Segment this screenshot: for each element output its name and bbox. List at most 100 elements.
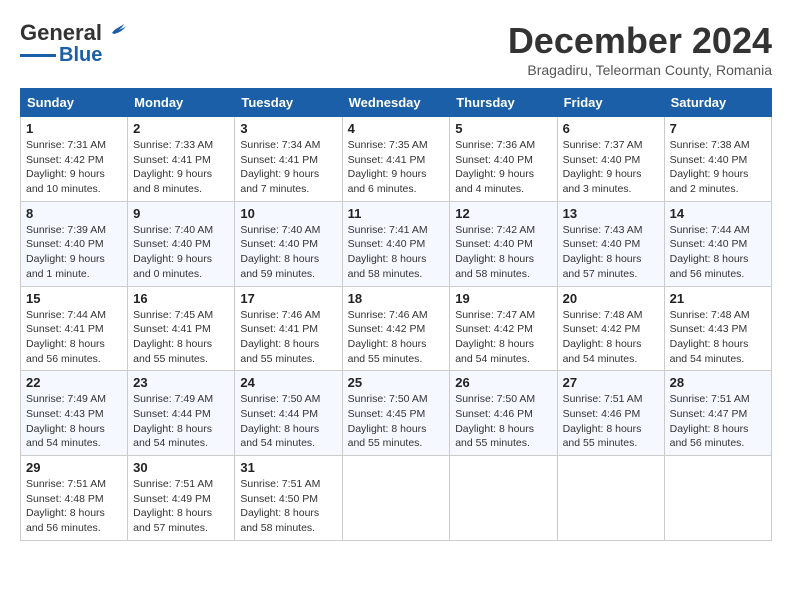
sunrise-label: Sunrise: 7:51 AM — [670, 393, 750, 405]
sunrise-label: Sunrise: 7:51 AM — [240, 478, 320, 490]
sunset-label: Sunset: 4:41 PM — [133, 154, 211, 166]
daylight-label: Daylight: 8 hours and 58 minutes. — [348, 253, 427, 280]
calendar-cell: 19 Sunrise: 7:47 AM Sunset: 4:42 PM Dayl… — [450, 286, 557, 371]
day-info: Sunrise: 7:35 AM Sunset: 4:41 PM Dayligh… — [348, 138, 445, 197]
daylight-label: Daylight: 8 hours and 54 minutes. — [563, 338, 642, 365]
sunset-label: Sunset: 4:43 PM — [26, 408, 104, 420]
calendar-cell: 3 Sunrise: 7:34 AM Sunset: 4:41 PM Dayli… — [235, 117, 342, 202]
calendar-cell: 8 Sunrise: 7:39 AM Sunset: 4:40 PM Dayli… — [21, 201, 128, 286]
calendar-cell: 20 Sunrise: 7:48 AM Sunset: 4:42 PM Dayl… — [557, 286, 664, 371]
daylight-label: Daylight: 9 hours and 10 minutes. — [26, 168, 105, 195]
weekday-header: Wednesday — [342, 89, 450, 117]
weekday-header: Sunday — [21, 89, 128, 117]
sunrise-label: Sunrise: 7:49 AM — [133, 393, 213, 405]
day-number: 16 — [133, 291, 229, 306]
day-info: Sunrise: 7:47 AM Sunset: 4:42 PM Dayligh… — [455, 308, 551, 367]
sunrise-label: Sunrise: 7:51 AM — [133, 478, 213, 490]
calendar-cell: 30 Sunrise: 7:51 AM Sunset: 4:49 PM Dayl… — [128, 456, 235, 541]
sunset-label: Sunset: 4:42 PM — [455, 323, 533, 335]
calendar-cell: 29 Sunrise: 7:51 AM Sunset: 4:48 PM Dayl… — [21, 456, 128, 541]
sunrise-label: Sunrise: 7:44 AM — [26, 309, 106, 321]
day-info: Sunrise: 7:50 AM Sunset: 4:44 PM Dayligh… — [240, 392, 336, 451]
day-info: Sunrise: 7:45 AM Sunset: 4:41 PM Dayligh… — [133, 308, 229, 367]
day-info: Sunrise: 7:50 AM Sunset: 4:45 PM Dayligh… — [348, 392, 445, 451]
weekday-header: Thursday — [450, 89, 557, 117]
day-number: 14 — [670, 206, 766, 221]
day-info: Sunrise: 7:43 AM Sunset: 4:40 PM Dayligh… — [563, 223, 659, 282]
day-number: 6 — [563, 121, 659, 136]
calendar-header-row: SundayMondayTuesdayWednesdayThursdayFrid… — [21, 89, 772, 117]
sunset-label: Sunset: 4:46 PM — [563, 408, 641, 420]
daylight-label: Daylight: 8 hours and 55 minutes. — [348, 338, 427, 365]
sunrise-label: Sunrise: 7:36 AM — [455, 139, 535, 151]
sunrise-label: Sunrise: 7:51 AM — [26, 478, 106, 490]
day-info: Sunrise: 7:40 AM Sunset: 4:40 PM Dayligh… — [133, 223, 229, 282]
day-number: 10 — [240, 206, 336, 221]
daylight-label: Daylight: 8 hours and 55 minutes. — [133, 338, 212, 365]
location-text: Bragadiru, Teleorman County, Romania — [508, 62, 772, 78]
day-number: 25 — [348, 375, 445, 390]
calendar-cell — [664, 456, 771, 541]
day-number: 9 — [133, 206, 229, 221]
sunset-label: Sunset: 4:44 PM — [240, 408, 318, 420]
calendar-cell: 5 Sunrise: 7:36 AM Sunset: 4:40 PM Dayli… — [450, 117, 557, 202]
daylight-label: Daylight: 8 hours and 54 minutes. — [455, 338, 534, 365]
day-info: Sunrise: 7:33 AM Sunset: 4:41 PM Dayligh… — [133, 138, 229, 197]
sunset-label: Sunset: 4:40 PM — [563, 238, 641, 250]
calendar-cell: 9 Sunrise: 7:40 AM Sunset: 4:40 PM Dayli… — [128, 201, 235, 286]
sunrise-label: Sunrise: 7:34 AM — [240, 139, 320, 151]
daylight-label: Daylight: 8 hours and 58 minutes. — [240, 507, 319, 534]
sunrise-label: Sunrise: 7:44 AM — [670, 224, 750, 236]
sunrise-label: Sunrise: 7:45 AM — [133, 309, 213, 321]
day-number: 26 — [455, 375, 551, 390]
day-info: Sunrise: 7:44 AM Sunset: 4:41 PM Dayligh… — [26, 308, 122, 367]
calendar-cell: 18 Sunrise: 7:46 AM Sunset: 4:42 PM Dayl… — [342, 286, 450, 371]
page-header: General Blue December 2024 Bragadiru, Te… — [20, 20, 772, 78]
day-number: 30 — [133, 460, 229, 475]
daylight-label: Daylight: 9 hours and 8 minutes. — [133, 168, 212, 195]
sunrise-label: Sunrise: 7:33 AM — [133, 139, 213, 151]
day-number: 19 — [455, 291, 551, 306]
sunset-label: Sunset: 4:40 PM — [455, 238, 533, 250]
sunrise-label: Sunrise: 7:35 AM — [348, 139, 428, 151]
calendar-table: SundayMondayTuesdayWednesdayThursdayFrid… — [20, 88, 772, 541]
calendar-cell: 23 Sunrise: 7:49 AM Sunset: 4:44 PM Dayl… — [128, 371, 235, 456]
day-info: Sunrise: 7:37 AM Sunset: 4:40 PM Dayligh… — [563, 138, 659, 197]
day-number: 2 — [133, 121, 229, 136]
calendar-cell — [450, 456, 557, 541]
sunset-label: Sunset: 4:41 PM — [133, 323, 211, 335]
sunset-label: Sunset: 4:49 PM — [133, 493, 211, 505]
calendar-cell: 11 Sunrise: 7:41 AM Sunset: 4:40 PM Dayl… — [342, 201, 450, 286]
day-number: 8 — [26, 206, 122, 221]
day-info: Sunrise: 7:46 AM Sunset: 4:42 PM Dayligh… — [348, 308, 445, 367]
sunrise-label: Sunrise: 7:50 AM — [348, 393, 428, 405]
month-title: December 2024 — [508, 20, 772, 62]
sunrise-label: Sunrise: 7:42 AM — [455, 224, 535, 236]
calendar-week-row: 15 Sunrise: 7:44 AM Sunset: 4:41 PM Dayl… — [21, 286, 772, 371]
sunrise-label: Sunrise: 7:41 AM — [348, 224, 428, 236]
sunset-label: Sunset: 4:42 PM — [26, 154, 104, 166]
sunrise-label: Sunrise: 7:46 AM — [240, 309, 320, 321]
daylight-label: Daylight: 8 hours and 59 minutes. — [240, 253, 319, 280]
logo-bird-icon — [104, 19, 126, 41]
day-number: 11 — [348, 206, 445, 221]
day-number: 24 — [240, 375, 336, 390]
day-info: Sunrise: 7:51 AM Sunset: 4:49 PM Dayligh… — [133, 477, 229, 536]
daylight-label: Daylight: 9 hours and 6 minutes. — [348, 168, 427, 195]
sunrise-label: Sunrise: 7:49 AM — [26, 393, 106, 405]
day-info: Sunrise: 7:42 AM Sunset: 4:40 PM Dayligh… — [455, 223, 551, 282]
day-info: Sunrise: 7:31 AM Sunset: 4:42 PM Dayligh… — [26, 138, 122, 197]
sunrise-label: Sunrise: 7:37 AM — [563, 139, 643, 151]
day-info: Sunrise: 7:51 AM Sunset: 4:47 PM Dayligh… — [670, 392, 766, 451]
daylight-label: Daylight: 9 hours and 2 minutes. — [670, 168, 749, 195]
sunset-label: Sunset: 4:40 PM — [240, 238, 318, 250]
calendar-cell: 15 Sunrise: 7:44 AM Sunset: 4:41 PM Dayl… — [21, 286, 128, 371]
day-info: Sunrise: 7:38 AM Sunset: 4:40 PM Dayligh… — [670, 138, 766, 197]
day-info: Sunrise: 7:51 AM Sunset: 4:50 PM Dayligh… — [240, 477, 336, 536]
day-number: 23 — [133, 375, 229, 390]
sunrise-label: Sunrise: 7:46 AM — [348, 309, 428, 321]
daylight-label: Daylight: 8 hours and 56 minutes. — [670, 253, 749, 280]
sunset-label: Sunset: 4:46 PM — [455, 408, 533, 420]
calendar-cell: 27 Sunrise: 7:51 AM Sunset: 4:46 PM Dayl… — [557, 371, 664, 456]
sunset-label: Sunset: 4:42 PM — [348, 323, 426, 335]
